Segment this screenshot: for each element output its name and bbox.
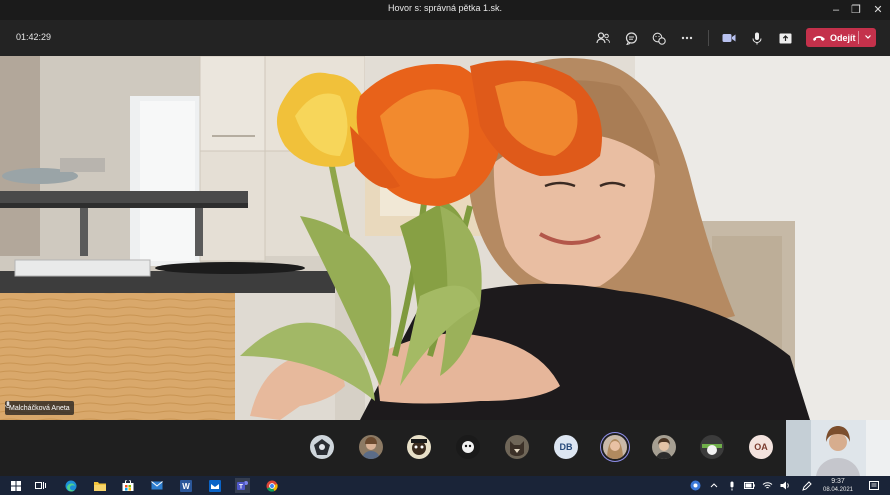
window-title: Hovor s: správná pětka 1.sk.: [387, 3, 503, 13]
leave-label: Odejít: [830, 32, 856, 43]
microphone-icon[interactable]: [748, 29, 766, 47]
self-view-frame: [786, 420, 890, 476]
avatar-initials-db[interactable]: DB: [554, 435, 578, 459]
camera-icon[interactable]: [720, 29, 738, 47]
clock-time: 9:37: [831, 478, 845, 485]
avatar-photo-8[interactable]: [700, 435, 724, 459]
task-view-icon[interactable]: [33, 478, 48, 493]
meeting-toolbar: 01:42:29 Odejít: [0, 20, 890, 56]
participant-strip: DB OA: [0, 420, 890, 476]
clock-date: 08.04.2021: [822, 487, 854, 493]
speaker-name-tag: Malcháčková Aneta: [5, 401, 74, 415]
chat-icon[interactable]: [622, 29, 640, 47]
teams-icon[interactable]: T: [235, 478, 250, 493]
start-icon[interactable]: [8, 478, 23, 493]
volume-icon[interactable]: [778, 478, 793, 493]
wifi-icon[interactable]: [760, 478, 775, 493]
windows-taskbar: W T 9:37 08.04.2021: [0, 476, 890, 495]
mic-indicator-icon: [5, 401, 11, 408]
chrome-icon[interactable]: [264, 478, 279, 493]
hang-up-icon: [813, 35, 825, 41]
mail-icon[interactable]: [149, 478, 164, 493]
leave-divider: [858, 31, 859, 44]
participants-icon[interactable]: [594, 29, 612, 47]
avatar-initials: DB: [559, 442, 573, 452]
speaker-name: Malcháčková Aneta: [9, 404, 70, 412]
main-video: Malcháčková Aneta: [0, 56, 890, 420]
close-icon[interactable]: ✕: [870, 2, 886, 18]
call-timer: 01:42:29: [16, 32, 52, 42]
avatar-photo-2[interactable]: [359, 435, 383, 459]
file-explorer-icon[interactable]: [92, 478, 107, 493]
system-clock[interactable]: 9:37 08.04.2021: [820, 477, 856, 494]
pen-icon[interactable]: [799, 478, 814, 493]
outlook-icon[interactable]: [207, 478, 222, 493]
avatar-initials: OA: [754, 442, 768, 452]
svg-text:W: W: [182, 482, 190, 491]
chevron-down-icon[interactable]: [863, 30, 873, 44]
battery-icon[interactable]: [742, 478, 757, 493]
toolbar-separator: [708, 30, 709, 46]
avatar-photo-4[interactable]: [456, 435, 480, 459]
window-titlebar: Hovor s: správná pětka 1.sk. – ❐ ✕: [0, 0, 890, 20]
notification-center-icon[interactable]: [866, 478, 881, 493]
store-icon[interactable]: [120, 478, 135, 493]
microphone-tray-icon[interactable]: [724, 478, 739, 493]
avatar-photo-6[interactable]: [603, 435, 627, 459]
restore-icon[interactable]: ❐: [848, 2, 864, 18]
speaker-video-frame: [0, 56, 890, 420]
teams-tray-icon[interactable]: [688, 478, 703, 493]
avatar-photo-7[interactable]: [652, 435, 676, 459]
chevron-up-icon[interactable]: [706, 478, 721, 493]
avatar-photo-3[interactable]: [407, 435, 431, 459]
share-screen-icon[interactable]: [776, 29, 794, 47]
self-view-video[interactable]: [786, 420, 890, 476]
avatar-initials-oa[interactable]: OA: [749, 435, 773, 459]
more-icon[interactable]: [678, 29, 696, 47]
edge-icon[interactable]: [63, 478, 78, 493]
leave-call-button[interactable]: Odejít: [806, 28, 876, 47]
svg-text:T: T: [239, 483, 243, 490]
minimize-icon[interactable]: –: [828, 2, 844, 18]
word-icon[interactable]: W: [178, 478, 193, 493]
avatar-photo-5[interactable]: [505, 435, 529, 459]
reactions-icon[interactable]: [650, 29, 668, 47]
avatar-photo-1[interactable]: [310, 435, 334, 459]
